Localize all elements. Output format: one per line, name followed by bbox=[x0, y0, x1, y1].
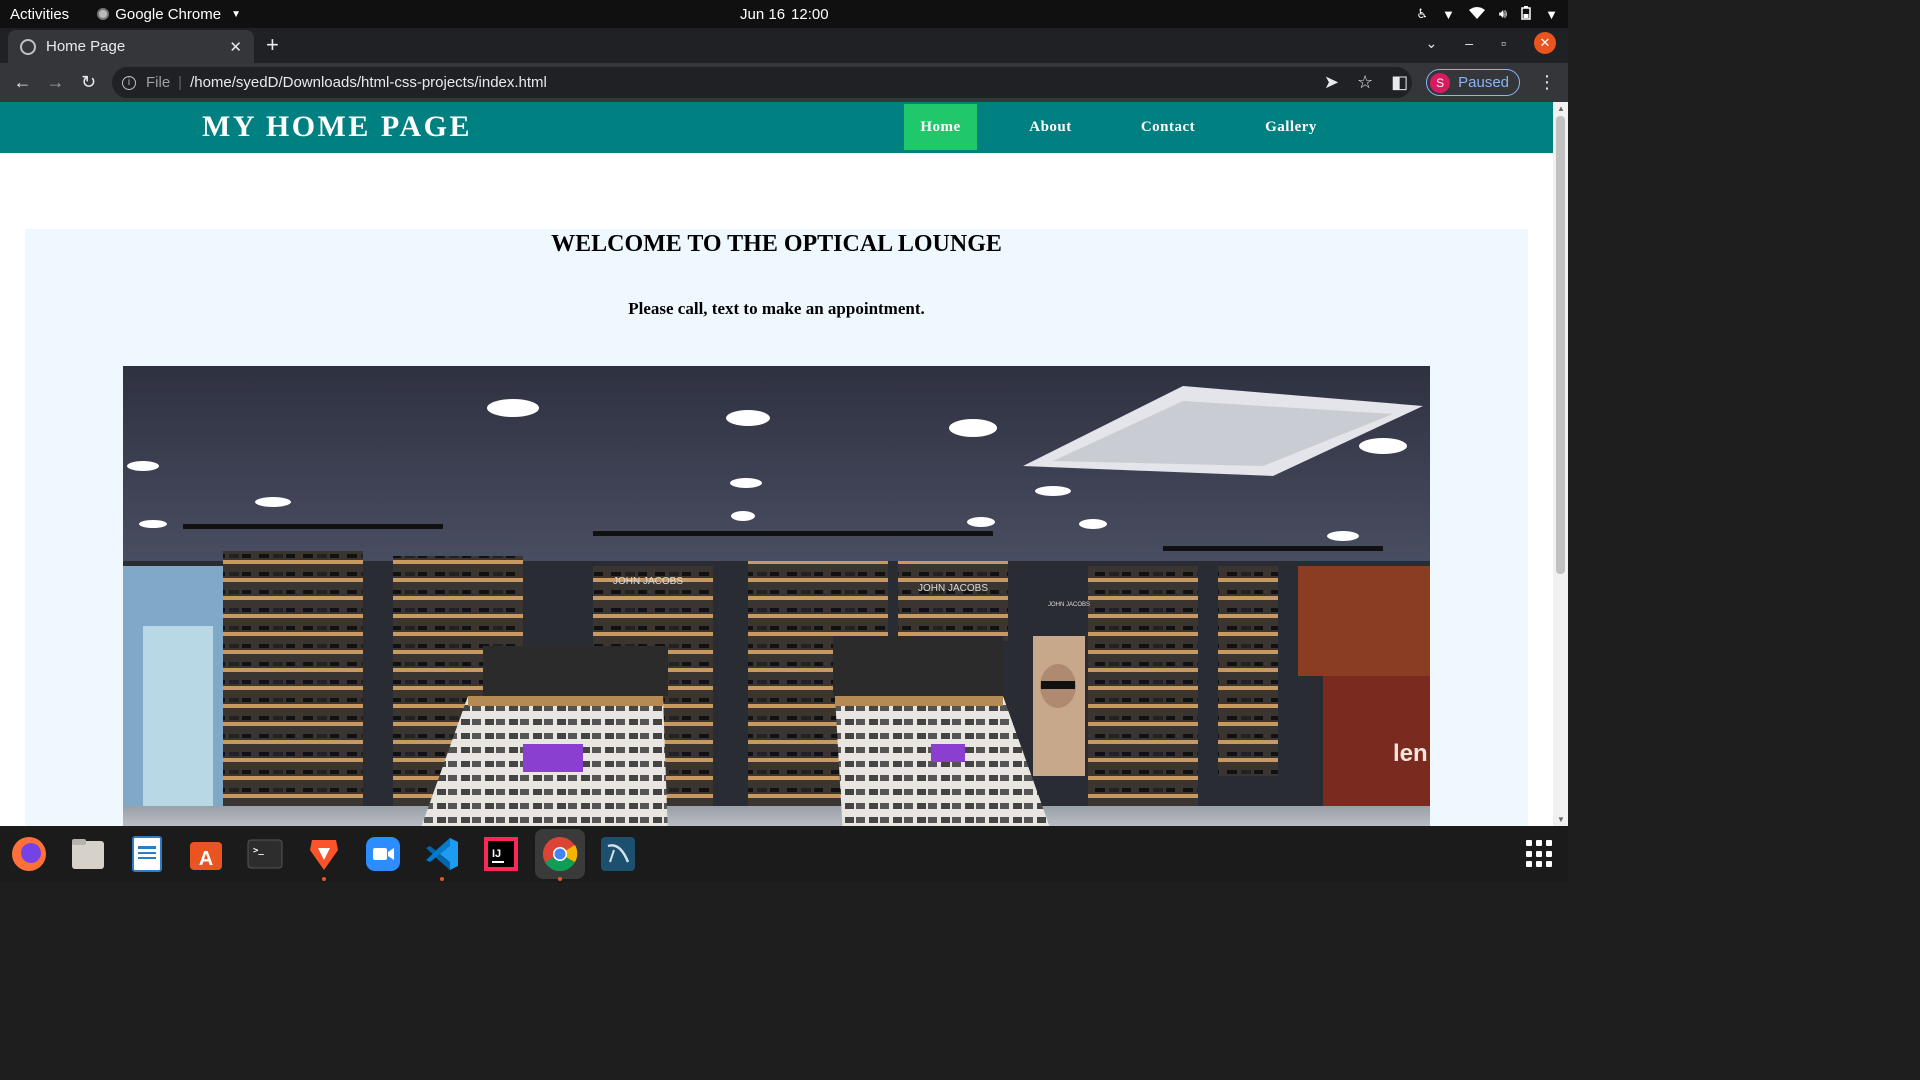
close-window-button[interactable]: ✕ bbox=[1534, 32, 1556, 54]
window-controls: ⌄ – ▫ ✕ bbox=[1426, 32, 1556, 54]
store-sign-text: len bbox=[1393, 740, 1428, 767]
address-scheme: File bbox=[146, 74, 171, 91]
software-icon[interactable]: A bbox=[185, 833, 227, 875]
vscode-icon[interactable] bbox=[421, 833, 463, 881]
nav-contact[interactable]: Contact bbox=[1128, 104, 1208, 150]
store-photo: JOHN JACOBS JOHN JACOBS JOHN JACOBS len bbox=[123, 366, 1430, 826]
close-tab-icon[interactable]: ✕ bbox=[229, 38, 242, 56]
tab-home-page[interactable]: Home Page ✕ bbox=[8, 30, 254, 63]
tab-strip: Home Page ✕ + ⌄ – ▫ ✕ bbox=[0, 28, 1568, 63]
address-bar[interactable]: i File | /home/syedD/Downloads/html-css-… bbox=[112, 67, 1412, 98]
new-tab-button[interactable]: + bbox=[266, 32, 279, 58]
store-sign-text: JOHN JACOBS bbox=[613, 576, 683, 587]
accessibility-icon[interactable]: ♿︎ bbox=[1416, 6, 1428, 22]
scroll-down-icon[interactable]: ▼ bbox=[1557, 815, 1565, 824]
svg-text:>_: >_ bbox=[253, 846, 264, 856]
running-indicator bbox=[322, 877, 326, 881]
forward-button[interactable]: → bbox=[39, 72, 72, 93]
clock-date: Jun 16 bbox=[740, 5, 786, 23]
browser-toolbar: ← → ↻ i File | /home/syedD/Downloads/htm… bbox=[0, 63, 1568, 102]
app-menu[interactable]: Google Chrome ▼ bbox=[97, 6, 241, 23]
files-icon[interactable] bbox=[67, 833, 109, 875]
chrome-small-icon bbox=[97, 8, 110, 20]
activities-button[interactable]: Activities bbox=[10, 6, 69, 23]
scroll-up-icon[interactable]: ▲ bbox=[1557, 104, 1565, 113]
writer-icon[interactable] bbox=[126, 833, 168, 875]
welcome-section: WELCOME TO THE OPTICAL LOUNGE Please cal… bbox=[25, 229, 1528, 826]
zoom-icon[interactable] bbox=[362, 833, 404, 875]
mysql-workbench-icon[interactable] bbox=[597, 833, 639, 875]
tab-title: Home Page bbox=[46, 38, 126, 55]
volume-icon[interactable]: 🔊︎ bbox=[1499, 6, 1507, 22]
page-scrollbar[interactable]: ▲ ▼ bbox=[1553, 102, 1568, 826]
chrome-icon[interactable] bbox=[535, 829, 585, 881]
running-indicator bbox=[558, 877, 562, 881]
site-title: MY HOME PAGE bbox=[202, 110, 472, 143]
running-indicator bbox=[440, 877, 444, 881]
wifi-icon[interactable] bbox=[1468, 6, 1485, 22]
clock-time: 12:00 bbox=[791, 5, 829, 23]
back-button[interactable]: ← bbox=[6, 72, 39, 93]
nav-gallery[interactable]: Gallery bbox=[1252, 104, 1330, 150]
side-panel-icon[interactable]: ◧ bbox=[1391, 72, 1408, 93]
caret-down-icon[interactable]: ▼ bbox=[1545, 7, 1558, 22]
app-menu-label: Google Chrome bbox=[115, 5, 222, 23]
nav-home[interactable]: Home bbox=[904, 104, 977, 150]
system-top-bar: Activities Google Chrome ▼ Jun 16 12:00 … bbox=[0, 0, 1568, 28]
clock[interactable]: Jun 16 12:00 bbox=[740, 0, 829, 28]
intellij-icon[interactable]: IJ bbox=[480, 833, 522, 875]
nav-about[interactable]: About bbox=[1014, 104, 1087, 150]
avatar: S bbox=[1430, 72, 1451, 93]
minimize-button[interactable]: – bbox=[1465, 35, 1473, 51]
page-viewport: MY HOME PAGE Home About Contact Gallery … bbox=[0, 102, 1553, 826]
profile-button[interactable]: S Paused bbox=[1426, 69, 1520, 96]
appointment-text: Please call, text to make an appointment… bbox=[628, 299, 925, 318]
caret-down-icon[interactable]: ▼ bbox=[1442, 7, 1455, 22]
reload-button[interactable]: ↻ bbox=[72, 72, 105, 93]
toolbar-actions: ➤ ☆ ◧ S Paused ⋮ bbox=[1324, 63, 1556, 102]
tab-search-icon[interactable]: ⌄ bbox=[1426, 35, 1438, 52]
store-sign-text: JOHN JACOBS bbox=[1048, 602, 1090, 608]
address-url[interactable]: /home/syedD/Downloads/html-css-projects/… bbox=[190, 74, 547, 91]
svg-text:IJ: IJ bbox=[492, 848, 501, 860]
brave-icon[interactable] bbox=[303, 833, 345, 881]
show-applications-button[interactable] bbox=[1526, 840, 1554, 868]
maximize-button[interactable]: ▫ bbox=[1501, 35, 1506, 51]
site-navbar: MY HOME PAGE Home About Contact Gallery bbox=[0, 102, 1553, 153]
store-sign-text: JOHN JACOBS bbox=[918, 583, 988, 594]
bookmark-star-icon[interactable]: ☆ bbox=[1357, 72, 1373, 93]
menu-kebab-icon[interactable]: ⋮ bbox=[1538, 72, 1556, 93]
firefox-icon[interactable] bbox=[8, 833, 50, 875]
profile-status: Paused bbox=[1458, 74, 1509, 91]
globe-icon bbox=[20, 38, 36, 55]
app-dock: A >_ IJ bbox=[0, 826, 1568, 882]
address-separator: | bbox=[178, 74, 183, 91]
scroll-thumb[interactable] bbox=[1556, 116, 1565, 574]
svg-text:A: A bbox=[199, 848, 213, 870]
battery-icon[interactable] bbox=[1521, 5, 1531, 23]
send-icon[interactable]: ➤ bbox=[1324, 72, 1339, 93]
welcome-heading: WELCOME TO THE OPTICAL LOUNGE bbox=[551, 231, 1002, 257]
caret-down-icon: ▼ bbox=[231, 8, 241, 20]
terminal-icon[interactable]: >_ bbox=[244, 833, 286, 875]
system-tray[interactable]: ♿︎ ▼ 🔊︎ ▼ bbox=[1416, 0, 1558, 28]
info-icon[interactable]: i bbox=[122, 75, 136, 90]
